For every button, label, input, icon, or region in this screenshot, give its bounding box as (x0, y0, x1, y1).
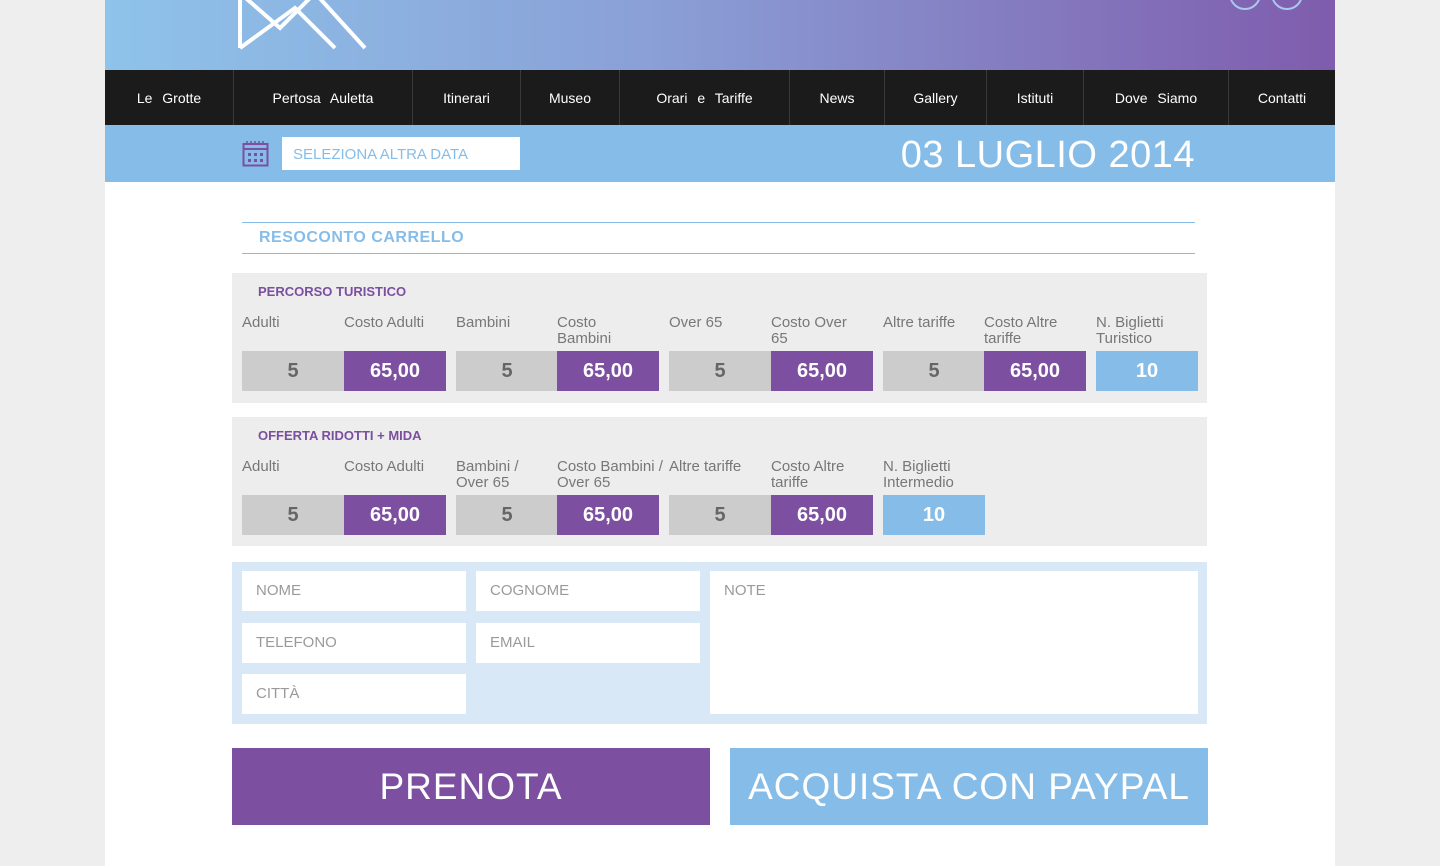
label-costo-altre-tariffe: Costo Altre tariffe (984, 314, 1058, 347)
cognome-field[interactable]: COGNOME (476, 571, 700, 611)
qty-adulti[interactable]: 5 (242, 351, 344, 391)
nav-item-gallery[interactable]: Gallery (885, 70, 987, 125)
note-textarea[interactable]: NOTE (710, 571, 1198, 714)
nav-item-istituti[interactable]: Istituti (987, 70, 1084, 125)
label-adulti: Adulti (242, 458, 280, 475)
label-costo-over-65: Costo Over 65 (771, 314, 847, 347)
cost-altre-tariffe: 65,00 (984, 351, 1086, 391)
qty-bambini-over-65[interactable]: 5 (456, 495, 558, 535)
paypal-button[interactable]: ACQUISTA CON PAYPAL (730, 748, 1208, 825)
header-banner (105, 0, 1335, 70)
nav-item-orari-tariffe[interactable]: Orari e Tariffe (620, 70, 790, 125)
qty-bambini[interactable]: 5 (456, 351, 558, 391)
nav-item-museo[interactable]: Museo (521, 70, 620, 125)
label-altre-tariffe: Altre tariffe (669, 458, 742, 475)
cost-bambini: 65,00 (557, 351, 659, 391)
nav-item-contatti[interactable]: Contatti (1229, 70, 1335, 125)
label-adulti: Adulti (242, 314, 280, 331)
label-costo-bambini: Costo Bambini (557, 314, 612, 347)
social-icon[interactable] (1271, 0, 1303, 10)
cost-altre-tariffe: 65,00 (771, 495, 873, 535)
page: Le Grotte Pertosa Auletta Itinerari Muse… (105, 0, 1335, 866)
total-tickets-intermedio: 10 (883, 495, 985, 535)
cost-over-65: 65,00 (771, 351, 873, 391)
date-bar: SELEZIONA ALTRA DATA 03 LUGLIO 2014 (105, 125, 1335, 182)
label-costo-altre-tariffe: Costo Altre tariffe (771, 458, 845, 491)
calendar-icon[interactable] (242, 140, 269, 167)
cost-adulti: 65,00 (344, 495, 446, 535)
label-bambini: Bambini (456, 314, 511, 331)
nav-item-pertosa-auletta[interactable]: Pertosa Auletta (234, 70, 413, 125)
main-nav: Le Grotte Pertosa Auletta Itinerari Muse… (105, 70, 1335, 125)
label-costo-bambini-over-65: Costo Bambini / Over 65 (557, 458, 663, 491)
cost-bambini-over-65: 65,00 (557, 495, 659, 535)
qty-altre-tariffe[interactable]: 5 (883, 351, 985, 391)
nome-field[interactable]: NOME (242, 571, 466, 611)
customer-form: NOME COGNOME NOTE TELEFONO EMAIL CITTÀ (232, 562, 1207, 724)
label-n-biglietti-intermedio: N. Biglietti Intermedio (883, 458, 954, 491)
select-date-input[interactable]: SELEZIONA ALTRA DATA (282, 137, 520, 170)
offerta-ridotti-panel: OFFERTA RIDOTTI + MIDA Adulti Costo Adul… (232, 417, 1207, 546)
label-costo-adulti: Costo Adulti (344, 458, 425, 475)
cost-adulti: 65,00 (344, 351, 446, 391)
nav-item-le-grotte[interactable]: Le Grotte (105, 70, 234, 125)
label-n-biglietti-turistico: N. Biglietti Turistico (1096, 314, 1164, 347)
label-over-65: Over 65 (669, 314, 723, 331)
nav-item-dove-siamo[interactable]: Dove Siamo (1084, 70, 1229, 125)
divider (242, 222, 1195, 223)
label-bambini-over-65: Bambini / Over 65 (456, 458, 519, 491)
email-field[interactable]: EMAIL (476, 623, 700, 663)
summary-title: RESOCONTO CARRELLO (259, 229, 465, 246)
logo-icon[interactable] (235, 0, 375, 50)
current-date: 03 LUGLIO 2014 (900, 134, 1195, 176)
prenota-button[interactable]: PRENOTA (232, 748, 710, 825)
nav-item-news[interactable]: News (790, 70, 885, 125)
social-icon[interactable] (1229, 0, 1261, 10)
citta-field[interactable]: CITTÀ (242, 674, 466, 714)
qty-altre-tariffe[interactable]: 5 (669, 495, 771, 535)
qty-over-65[interactable]: 5 (669, 351, 771, 391)
total-tickets-turistico: 10 (1096, 351, 1198, 391)
label-costo-adulti: Costo Adulti (344, 314, 425, 331)
qty-adulti[interactable]: 5 (242, 495, 344, 535)
nav-item-itinerari[interactable]: Itinerari (413, 70, 521, 125)
panel-title: OFFERTA RIDOTTI + MIDA (258, 428, 422, 443)
divider (242, 253, 1195, 254)
panel-title: PERCORSO TURISTICO (258, 284, 407, 299)
label-altre-tariffe: Altre tariffe (883, 314, 956, 331)
percorso-turistico-panel: PERCORSO TURISTICO Adulti Costo Adulti B… (232, 273, 1207, 403)
telefono-field[interactable]: TELEFONO (242, 623, 466, 663)
